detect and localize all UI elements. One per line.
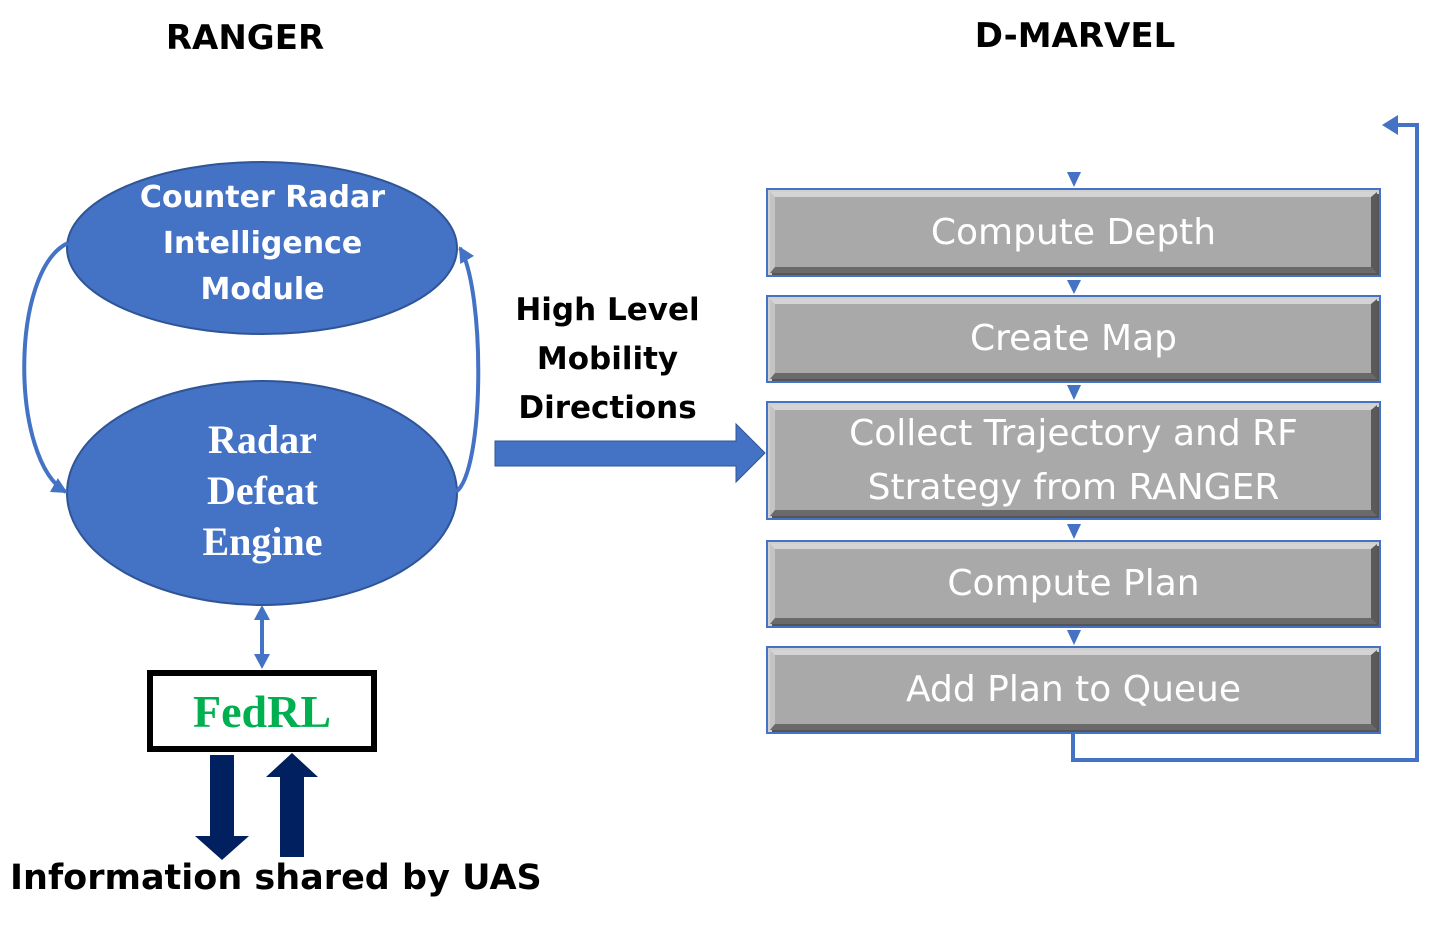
fedrl-label: FedRL	[193, 685, 331, 737]
step-compute-plan: Compute Plan	[766, 540, 1381, 628]
step-arrow-2	[1067, 385, 1081, 400]
mobility-label-line: High Level	[515, 292, 700, 328]
mobility-directions-label: High Level Mobility Directions	[495, 286, 720, 433]
counter-radar-module-line: Counter Radar	[139, 180, 386, 215]
step-label: Collect Trajectory and RF	[849, 412, 1298, 454]
left-feedback-arrow	[22, 241, 69, 494]
step-arrow-3	[1067, 524, 1081, 539]
radar-defeat-engine-line: Defeat	[206, 468, 319, 513]
radar-defeat-engine: Radar Defeat Engine	[110, 413, 415, 568]
step-arrow-0	[1067, 172, 1081, 187]
mobility-label-line: Mobility	[536, 341, 679, 377]
radar-defeat-engine-line: Radar	[208, 417, 317, 462]
step-label: Add Plan to Queue	[905, 669, 1242, 710]
rde-fedrl-double-arrow	[254, 605, 270, 669]
step-compute-depth: Compute Depth	[766, 188, 1381, 277]
step-label: Compute Depth	[930, 211, 1217, 253]
navy-up-arrow	[266, 753, 318, 857]
step-create-map: Create Map	[766, 295, 1381, 383]
step-add-plan-to-queue: Add Plan to Queue	[766, 646, 1381, 734]
step-label: Create Map	[969, 318, 1178, 359]
step-arrow-4	[1067, 630, 1081, 645]
right-feedback-arrow	[454, 246, 481, 494]
fedrl-box: FedRL	[147, 670, 377, 752]
counter-radar-module-line: Module	[200, 272, 325, 307]
navy-down-arrow	[195, 755, 249, 860]
information-shared-label: Information shared by UAS	[10, 858, 542, 898]
mobility-label-line: Directions	[518, 390, 697, 426]
step-collect-trajectory: Collect Trajectory and RF Strategy from …	[766, 401, 1381, 520]
loop-back-arrowhead	[1382, 115, 1398, 135]
counter-radar-module-line: Intelligence	[162, 226, 363, 261]
step-label: Compute Plan	[947, 563, 1200, 604]
step-label: Strategy from RANGER	[867, 466, 1280, 508]
step-arrow-1	[1067, 280, 1081, 294]
counter-radar-module: Counter Radar Intelligence Module	[110, 174, 415, 314]
radar-defeat-engine-line: Engine	[202, 519, 323, 564]
